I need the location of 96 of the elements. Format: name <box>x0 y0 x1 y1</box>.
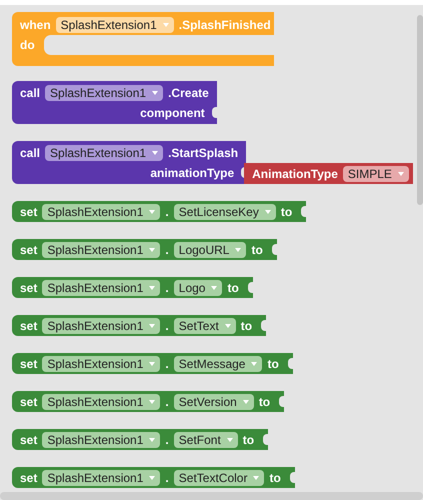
input-socket <box>290 472 295 483</box>
block-label: do <box>20 38 35 52</box>
block-label: call <box>20 146 40 160</box>
block-label: . <box>165 204 169 218</box>
block-label: . <box>165 394 169 408</box>
dropdown-field[interactable]: SetVersion <box>174 394 254 410</box>
dropdown-field[interactable]: SetTextColor <box>174 470 264 486</box>
dropdown-arrow-icon <box>398 172 404 176</box>
setter-block[interactable]: set SplashExtension1 . SetVersion to <box>12 391 284 412</box>
block-label: .SplashFinished <box>178 18 271 32</box>
block-label: component <box>140 106 205 120</box>
dropdown-arrow-icon <box>149 438 156 442</box>
scrollbar-thumb[interactable] <box>417 15 423 205</box>
dropdown-arrow-icon <box>149 476 156 480</box>
input-socket <box>261 320 266 331</box>
block-label: to <box>269 470 281 484</box>
setter-block[interactable]: set SplashExtension1 . SetTextColor to <box>12 467 295 488</box>
dropdown-arrow-icon <box>264 210 271 214</box>
dropdown-arrow-icon <box>242 400 249 404</box>
dropdown-arrow-icon <box>211 286 218 290</box>
block-label: to <box>267 356 279 370</box>
dropdown-arrow-icon <box>235 248 242 252</box>
block-label: to <box>227 280 239 294</box>
block-label: set <box>20 432 38 446</box>
dropdown-arrow-icon <box>251 362 258 366</box>
dropdown-field[interactable]: Logo <box>174 280 222 296</box>
dropdown-field[interactable]: SplashExtension1 <box>45 84 164 100</box>
block-label: to <box>242 432 254 446</box>
dropdown-arrow-icon <box>149 248 156 252</box>
input-socket <box>288 358 293 369</box>
block-label: to <box>280 204 292 218</box>
block-label: call <box>20 86 40 100</box>
block-label: when <box>20 18 51 32</box>
block-label: set <box>20 280 38 294</box>
dropdown-arrow-icon <box>226 438 233 442</box>
block-label: .StartSplash <box>168 146 238 160</box>
block-label: . <box>165 318 169 332</box>
setter-block[interactable]: set SplashExtension1 . Logo to <box>12 277 253 298</box>
dropdown-field[interactable]: SplashExtension1 <box>42 356 160 372</box>
dropdown-field[interactable]: SetFont <box>174 432 238 448</box>
block-label: AnimationType <box>252 166 338 180</box>
dropdown-field[interactable]: SetText <box>174 318 236 334</box>
dropdown-field[interactable]: SplashExtension1 <box>42 242 160 258</box>
input-socket <box>301 206 306 217</box>
setter-block[interactable]: set SplashExtension1 . SetMessage to <box>12 353 293 374</box>
block-label: . <box>165 432 169 446</box>
input-socket <box>212 107 217 118</box>
dropdown-arrow-icon <box>253 476 260 480</box>
dropdown-field[interactable]: SplashExtension1 <box>45 144 164 160</box>
setter-block[interactable]: set SplashExtension1 . SetLicenseKey to <box>12 201 306 222</box>
dropdown-field[interactable]: SplashExtension1 <box>42 470 160 486</box>
dropdown-field[interactable]: SplashExtension1 <box>42 318 160 334</box>
helper-block[interactable]: AnimationType SIMPLE <box>244 163 413 184</box>
dropdown-arrow-icon <box>149 362 156 366</box>
dropdown-field[interactable]: SplashExtension1 <box>42 432 160 448</box>
input-socket <box>272 244 277 255</box>
block-label: animationType <box>150 166 234 180</box>
block-label: . <box>165 280 169 294</box>
block-label: set <box>20 242 38 256</box>
block-label: to <box>240 318 252 332</box>
block-label: to <box>251 242 263 256</box>
dropdown-field[interactable]: SIMPLE <box>342 166 409 182</box>
setter-block[interactable]: set SplashExtension1 . LogoURL to <box>12 239 277 260</box>
block-label: set <box>20 394 38 408</box>
dropdown-field[interactable]: SplashExtension1 <box>42 394 160 410</box>
block-label: . <box>165 242 169 256</box>
dropdown-arrow-icon <box>149 286 156 290</box>
setter-block[interactable]: set SplashExtension1 . SetFont to <box>12 429 268 450</box>
dropdown-field[interactable]: SetMessage <box>174 356 262 372</box>
dropdown-arrow-icon <box>149 400 156 404</box>
dropdown-arrow-icon <box>162 23 169 27</box>
dropdown-field[interactable]: LogoURL <box>174 242 246 258</box>
event-block[interactable]: when SplashExtension1 .SplashFinished do <box>12 12 274 66</box>
dropdown-field[interactable]: SetLicenseKey <box>174 204 276 220</box>
dropdown-field[interactable]: SplashExtension1 <box>42 204 160 220</box>
setter-block[interactable]: set SplashExtension1 . SetText to <box>12 315 266 336</box>
dropdown-field[interactable]: SplashExtension1 <box>56 17 174 33</box>
block-label: to <box>258 394 270 408</box>
dropdown-arrow-icon <box>152 150 158 154</box>
dropdown-field[interactable]: SplashExtension1 <box>42 280 160 296</box>
method-block[interactable]: call SplashExtension1 .Create component <box>12 81 217 124</box>
method-block[interactable]: call SplashExtension1 .StartSplash animationType <box>12 141 246 184</box>
input-socket <box>263 434 268 445</box>
block-label: set <box>20 470 38 484</box>
block-label: .Create <box>168 86 209 100</box>
dropdown-arrow-icon <box>149 210 156 214</box>
block-label: set <box>20 204 38 218</box>
input-socket <box>279 396 284 407</box>
block-label: . <box>165 356 169 370</box>
input-socket <box>248 282 253 293</box>
block-label: set <box>20 356 38 370</box>
block-label: . <box>165 470 169 484</box>
dropdown-arrow-icon <box>152 90 158 94</box>
dropdown-arrow-icon <box>224 324 231 328</box>
dropdown-arrow-icon <box>149 324 156 328</box>
block-label: set <box>20 318 38 332</box>
